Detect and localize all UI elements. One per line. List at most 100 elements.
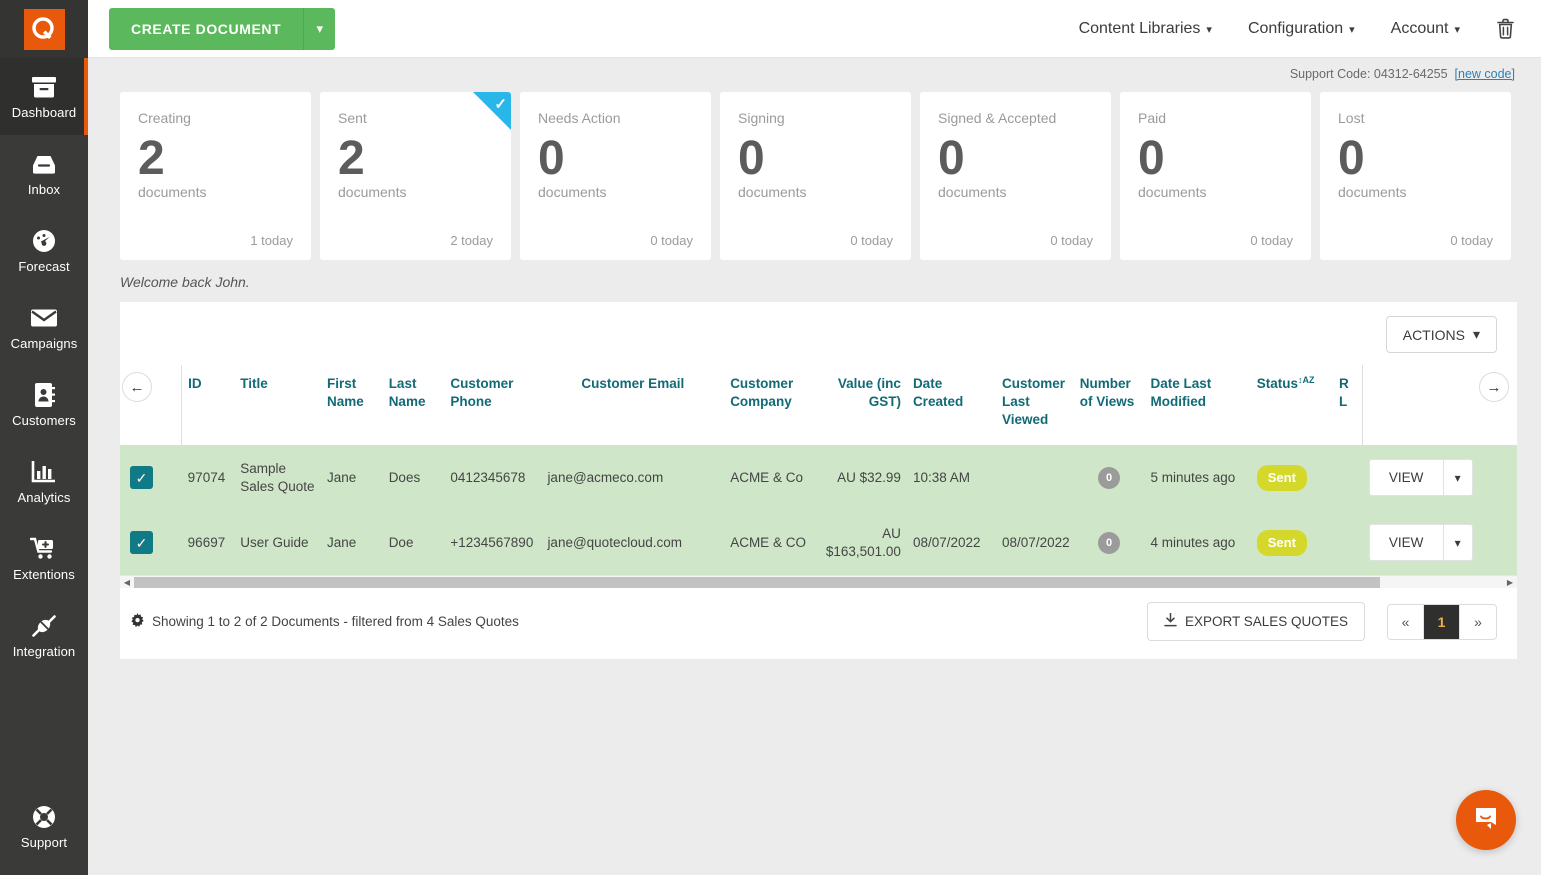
intercom-chat-button[interactable] [1456, 790, 1516, 850]
topbar-menus: Content Libraries ▾ Configuration ▾ Acco… [1061, 18, 1541, 39]
documents-panel: ACTIONS ▾ ← → ID Title First Name Last N… [120, 302, 1517, 659]
table-row[interactable]: ✓ 96697 User Guide Jane Doe +1234567890 … [120, 510, 1517, 575]
nav-content-libraries[interactable]: Content Libraries ▾ [1061, 20, 1230, 38]
nav-account[interactable]: Account ▾ [1373, 20, 1478, 38]
sidebar-item-customers[interactable]: Customers [0, 366, 88, 443]
card-today: 0 today [738, 233, 893, 248]
column-header-first-name[interactable]: First Name [321, 365, 383, 445]
status-card-lost[interactable]: Lost 0 documents 0 today [1320, 92, 1511, 260]
view-button[interactable]: VIEW [1369, 459, 1443, 496]
sidebar-item-dashboard[interactable]: Dashboard [0, 58, 88, 135]
cell-customer-last-viewed: 08/07/2022 [996, 510, 1074, 575]
gear-icon[interactable] [130, 613, 145, 631]
trash-icon[interactable] [1478, 18, 1519, 39]
pagination-first[interactable]: « [1388, 605, 1424, 639]
actions-label: ACTIONS [1403, 327, 1465, 343]
column-header-date-created[interactable]: Date Created [907, 365, 996, 445]
sidebar-item-support[interactable]: Support [0, 788, 88, 865]
card-today: 0 today [938, 233, 1093, 248]
card-today: 0 today [538, 233, 693, 248]
card-unit: documents [338, 184, 493, 200]
arrow-right-icon[interactable]: → [1479, 372, 1509, 402]
actions-button[interactable]: ACTIONS ▾ [1386, 316, 1497, 353]
horizontal-scrollbar[interactable]: ◀ ▶ [120, 575, 1517, 588]
card-unit: documents [738, 184, 893, 200]
plug-icon [30, 612, 58, 640]
cart-plus-icon [30, 535, 58, 563]
cell-title: Sample Sales Quote [234, 445, 321, 510]
cell-customer-company: ACME & Co [724, 445, 815, 510]
cell-value: AU $163,501.00 [816, 510, 907, 575]
column-header-value[interactable]: Value (inc GST) [816, 365, 907, 445]
results-summary: Showing 1 to 2 of 2 Documents - filtered… [130, 613, 519, 631]
chevron-down-icon: ▾ [1473, 326, 1480, 343]
column-header-customer-email[interactable]: Customer Email [541, 365, 724, 445]
cell-customer-last-viewed [996, 445, 1074, 510]
column-header-number-of-views[interactable]: Number of Views [1074, 365, 1145, 445]
sidebar-item-integration[interactable]: Integration [0, 597, 88, 674]
status-card-paid[interactable]: Paid 0 documents 0 today [1120, 92, 1311, 260]
footer-controls: EXPORT SALES QUOTES « 1 » [1147, 602, 1497, 641]
column-header-id[interactable]: ID [182, 365, 235, 445]
sidebar-item-label: Customers [12, 413, 76, 428]
column-header-customer-phone[interactable]: Customer Phone [444, 365, 541, 445]
export-sales-quotes-button[interactable]: EXPORT SALES QUOTES [1147, 602, 1365, 641]
status-card-creating[interactable]: Creating 2 documents 1 today [120, 92, 311, 260]
create-document-button[interactable]: CREATE DOCUMENT [109, 8, 303, 50]
sidebar-item-analytics[interactable]: Analytics [0, 443, 88, 520]
sidebar-item-extentions[interactable]: Extentions [0, 520, 88, 597]
chevron-down-icon[interactable]: ▾ [303, 8, 335, 50]
archive-box-icon [31, 73, 57, 101]
column-header-date-last-modified[interactable]: Date Last Modified [1145, 365, 1251, 445]
cell-reminder [1333, 445, 1363, 510]
chevron-down-icon: ▾ [1349, 23, 1355, 36]
row-checkbox[interactable]: ✓ [130, 531, 153, 554]
sidebar-item-campaigns[interactable]: Campaigns [0, 289, 88, 366]
cell-id: 96697 [182, 510, 235, 575]
cell-first-name: Jane [321, 510, 383, 575]
panel-toolbar: ACTIONS ▾ [120, 302, 1517, 365]
chevron-down-icon[interactable]: ▾ [1443, 459, 1473, 496]
scrollbar-track[interactable] [134, 576, 1503, 589]
sidebar: Dashboard Inbox Forecast Campaigns [0, 0, 88, 875]
cell-status: Sent [1251, 510, 1333, 575]
status-card-signed-accepted[interactable]: Signed & Accepted 0 documents 0 today [920, 92, 1111, 260]
card-today: 1 today [138, 233, 293, 248]
chevron-down-icon[interactable]: ▾ [1443, 524, 1473, 561]
create-document-group: CREATE DOCUMENT ▾ [109, 8, 335, 50]
view-button-group: VIEW ▾ [1369, 524, 1473, 561]
column-header-title[interactable]: Title [234, 365, 321, 445]
status-card-needs-action[interactable]: Needs Action 0 documents 0 today [520, 92, 711, 260]
sidebar-nav: Dashboard Inbox Forecast Campaigns [0, 58, 88, 674]
column-header-reminder[interactable]: R L [1333, 365, 1363, 445]
logo-container[interactable] [0, 0, 88, 58]
card-count: 2 [138, 130, 293, 188]
column-header-customer-last-viewed[interactable]: Customer Last Viewed [996, 365, 1074, 445]
column-header-customer-company[interactable]: Customer Company [724, 365, 815, 445]
arrow-left-icon[interactable]: ← [122, 372, 152, 402]
status-card-signing[interactable]: Signing 0 documents 0 today [720, 92, 911, 260]
row-checkbox[interactable]: ✓ [130, 466, 153, 489]
scroll-left-icon[interactable]: ◀ [120, 578, 134, 587]
table-row[interactable]: ✓ 97074 Sample Sales Quote Jane Does 041… [120, 445, 1517, 510]
sidebar-item-inbox[interactable]: Inbox [0, 135, 88, 212]
card-count: 0 [1138, 130, 1293, 188]
column-header-last-name[interactable]: Last Name [383, 365, 445, 445]
cell-customer-company: ACME & CO [724, 510, 815, 575]
cell-number-of-views: 0 [1074, 445, 1145, 510]
card-today: 0 today [1138, 233, 1293, 248]
view-button[interactable]: VIEW [1369, 524, 1443, 561]
status-card-sent[interactable]: ✓ Sent 2 documents 2 today [320, 92, 511, 260]
pagination-last[interactable]: » [1460, 605, 1496, 639]
column-header-status[interactable]: Status↕AZ [1251, 365, 1333, 445]
new-code-link[interactable]: [new code] [1455, 67, 1515, 81]
scroll-right-icon[interactable]: ▶ [1503, 578, 1517, 587]
sidebar-item-forecast[interactable]: Forecast [0, 212, 88, 289]
nav-label: Account [1391, 20, 1449, 38]
chat-smile-icon [1471, 803, 1501, 838]
nav-configuration[interactable]: Configuration ▾ [1230, 20, 1373, 38]
pagination-page-1[interactable]: 1 [1424, 605, 1460, 639]
quotecloud-logo-icon [24, 9, 65, 50]
scrollbar-thumb[interactable] [134, 577, 1380, 588]
inbox-icon [31, 150, 57, 178]
